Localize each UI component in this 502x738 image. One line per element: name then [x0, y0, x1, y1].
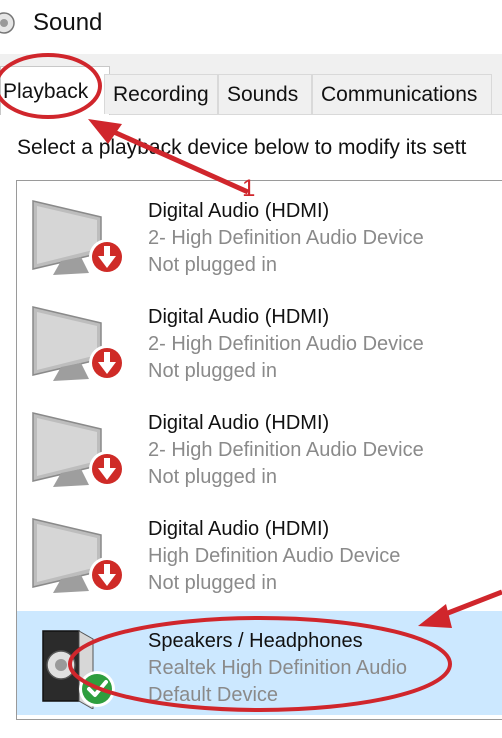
device-name: Digital Audio (HDMI) [148, 200, 330, 222]
window-title: Sound [33, 9, 103, 36]
device-item[interactable]: Digital Audio (HDMI) 2- High Definition … [17, 393, 502, 497]
default-check-icon [79, 671, 115, 707]
device-status: Not plugged in [148, 572, 277, 594]
device-item-selected[interactable]: Speakers / Headphones Realtek High Defin… [17, 611, 502, 715]
device-description: 2- High Definition Audio Device [148, 439, 424, 461]
monitor-icon [32, 200, 125, 275]
device-name: Digital Audio (HDMI) [148, 306, 330, 328]
sound-icon [0, 12, 15, 34]
device-status: Not plugged in [148, 254, 277, 276]
unplugged-arrow-icon [89, 451, 125, 487]
playback-device-list[interactable]: Digital Audio (HDMI) 2- High Definition … [16, 180, 502, 720]
device-description: Realtek High Definition Audio [148, 657, 408, 679]
device-name: Digital Audio (HDMI) [148, 518, 330, 540]
unplugged-arrow-icon [89, 239, 125, 275]
tab-sounds[interactable]: Sounds [218, 74, 312, 114]
title-bar: Sound [0, 0, 502, 48]
device-status: Not plugged in [148, 360, 277, 382]
device-item[interactable]: Digital Audio (HDMI) High Definition Aud… [17, 499, 502, 603]
unplugged-arrow-icon [89, 345, 125, 381]
device-name: Speakers / Headphones [148, 630, 363, 652]
tab-playback[interactable]: Playback [0, 66, 110, 115]
device-item[interactable]: Digital Audio (HDMI) 2- High Definition … [17, 181, 502, 285]
tab-recording[interactable]: Recording [104, 74, 218, 114]
device-description: High Definition Audio Device [148, 545, 401, 567]
device-name: Digital Audio (HDMI) [148, 412, 330, 434]
tab-communications[interactable]: Communications [312, 74, 492, 114]
device-item[interactable]: Digital Audio (HDMI) 2- High Definition … [17, 287, 502, 391]
monitor-icon [32, 518, 125, 593]
unplugged-arrow-icon [89, 557, 125, 593]
device-description: 2- High Definition Audio Device [148, 227, 424, 249]
instruction-text: Select a playback device below to modify… [17, 136, 467, 159]
monitor-icon [32, 306, 125, 381]
device-status: Not plugged in [148, 466, 277, 488]
device-description: 2- High Definition Audio Device [148, 333, 424, 355]
monitor-icon [32, 412, 125, 487]
tab-strip: Playback Recording Sounds Communications [0, 54, 502, 115]
device-status: Default Device [148, 684, 279, 706]
speaker-icon [42, 630, 115, 709]
